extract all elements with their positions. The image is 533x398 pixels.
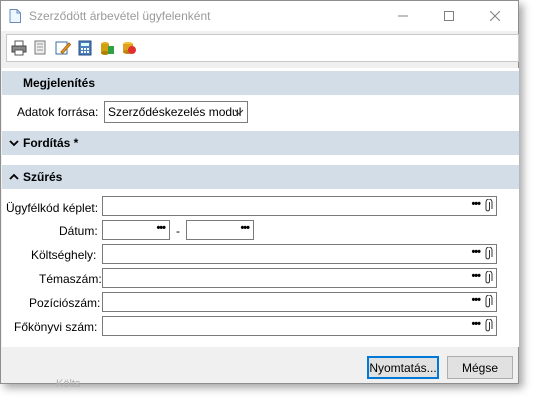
date-picker-button[interactable]: •••: [240, 222, 250, 234]
close-icon: [490, 11, 500, 21]
document-icon: [9, 9, 21, 23]
data-source-select[interactable]: Szerződéskezelés modul: [104, 101, 248, 123]
export-button[interactable]: [98, 39, 116, 57]
ledger-number-label: Főkönyvi szám:: [14, 320, 98, 334]
print-button[interactable]: [10, 39, 28, 57]
cost-center-label: Költséghely:: [31, 248, 97, 262]
customer-code-label: Ügyfélkód képlet:: [6, 201, 99, 215]
date-picker-button[interactable]: •••: [156, 222, 166, 234]
section-display-title: Megjelenítés: [23, 76, 96, 90]
edit-layout-icon: [55, 41, 71, 55]
data-source-value: Szerződéskezelés modul: [108, 105, 242, 119]
report-dialog: Szerződött árbevétel ügyfelenként Megjel…: [0, 0, 519, 384]
print-preview-button[interactable]: [32, 39, 50, 57]
chevron-down-icon: [9, 140, 19, 147]
ellipsis-button[interactable]: •••: [471, 198, 481, 210]
paperclip-icon[interactable]: [483, 199, 493, 213]
section-filter-header[interactable]: Szűrés: [2, 165, 519, 189]
edit-layout-button[interactable]: [54, 39, 72, 57]
chevron-up-icon: [9, 173, 19, 180]
refresh-icon: [123, 42, 136, 54]
close-button[interactable]: [472, 1, 518, 31]
paperclip-icon[interactable]: [483, 271, 493, 285]
section-filter-title: Szűrés: [23, 170, 63, 184]
data-source-label: Adatok forrása:: [17, 105, 99, 119]
print-icon: [11, 40, 27, 56]
customer-code-field[interactable]: •••: [102, 196, 497, 216]
ellipsis-button[interactable]: •••: [471, 270, 481, 282]
paperclip-icon[interactable]: [483, 247, 493, 261]
minimize-button[interactable]: [380, 1, 426, 31]
ellipsis-button[interactable]: •••: [471, 246, 481, 258]
print-preview-icon: [34, 40, 46, 55]
toolbar: [6, 34, 519, 62]
maximize-icon: [444, 11, 454, 21]
title-bar: Szerződött árbevétel ügyfelenként: [1, 1, 518, 31]
topic-number-label: Témaszám:: [39, 272, 102, 286]
content-panel: Megjelenítés Adatok forrása: Szerződéske…: [2, 68, 519, 347]
refresh-button[interactable]: [120, 39, 138, 57]
paperclip-icon[interactable]: [483, 319, 493, 333]
date-from-field[interactable]: •••: [102, 220, 170, 240]
background-text: Költs: [56, 378, 81, 390]
date-label: Dátum:: [59, 224, 98, 238]
cancel-button[interactable]: Mégse: [447, 356, 513, 379]
ellipsis-button[interactable]: •••: [471, 294, 481, 306]
date-separator: -: [176, 224, 180, 238]
window-title: Szerződött árbevétel ügyfelenként: [29, 9, 211, 23]
export-icon: [101, 42, 114, 55]
print-report-button[interactable]: Nyomtatás...: [367, 356, 439, 379]
ledger-number-field[interactable]: •••: [102, 316, 497, 336]
topic-number-field[interactable]: •••: [102, 268, 497, 288]
cost-center-field[interactable]: •••: [102, 244, 497, 264]
section-translation-header[interactable]: Fordítás *: [2, 131, 519, 155]
calculator-button[interactable]: [76, 39, 94, 57]
maximize-button[interactable]: [426, 1, 472, 31]
ellipsis-button[interactable]: •••: [471, 318, 481, 330]
date-to-field[interactable]: •••: [186, 220, 254, 240]
chevron-down-icon: [234, 109, 244, 115]
section-translation-title: Fordítás *: [23, 136, 79, 150]
section-display-header[interactable]: Megjelenítés: [2, 71, 519, 95]
position-number-label: Pozíciószám:: [29, 296, 101, 310]
position-number-field[interactable]: •••: [102, 292, 497, 312]
minimize-icon: [398, 15, 408, 17]
paperclip-icon[interactable]: [483, 295, 493, 309]
calculator-icon: [78, 40, 92, 56]
